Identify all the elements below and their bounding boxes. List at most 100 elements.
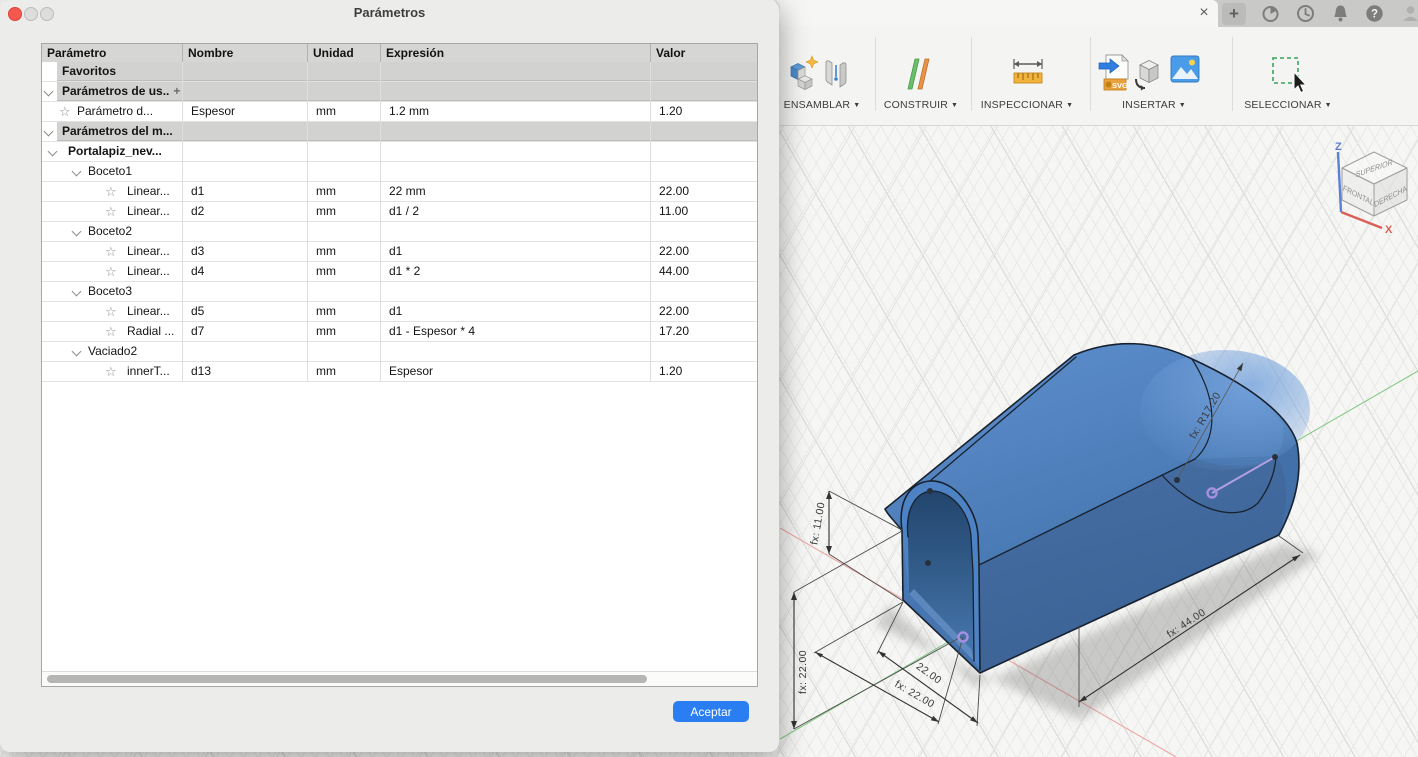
extensions-icon[interactable] xyxy=(1261,4,1280,23)
cell-unidad[interactable]: mm xyxy=(308,102,381,122)
tree-row[interactable]: Portalapiz_nev... xyxy=(42,142,757,162)
cell-unidad[interactable]: mm xyxy=(308,202,381,222)
cell-nombre[interactable]: d5 xyxy=(183,302,308,322)
chevron-expanded-icon[interactable] xyxy=(72,347,82,357)
tree-row[interactable]: Parámetros de us..+ xyxy=(42,82,757,102)
dialog-titlebar[interactable]: Parámetros xyxy=(0,0,779,24)
tab-insertar[interactable]: INSERTAR▼ xyxy=(1122,99,1186,113)
column-header-0[interactable]: Parámetro xyxy=(42,44,183,62)
tab-construir[interactable]: CONSTRUIR▼ xyxy=(884,99,958,113)
cell-valor[interactable]: 44.00 xyxy=(651,262,758,282)
favorite-star-icon[interactable]: ☆ xyxy=(105,202,117,221)
cell-valor[interactable]: 11.00 xyxy=(651,202,758,222)
parameter-row[interactable]: ☆innerT...d13mmEspesor1.20 xyxy=(42,362,757,382)
cell-nombre[interactable]: Espesor xyxy=(183,102,308,122)
tree-row[interactable]: Vaciado2 xyxy=(42,342,757,362)
parameter-row[interactable]: ☆Linear...d1mm22 mm22.00 xyxy=(42,182,757,202)
document-tab[interactable]: × xyxy=(780,0,1218,27)
cell-unidad[interactable]: mm xyxy=(308,302,381,322)
parameter-row[interactable]: ☆Linear...d4mmd1 * 244.00 xyxy=(42,262,757,282)
tree-row[interactable]: Boceto3 xyxy=(42,282,757,302)
cell-unidad[interactable]: mm xyxy=(308,182,381,202)
parameter-row[interactable]: ☆Parámetro d...Espesormm1.2 mm1.20 xyxy=(42,102,757,122)
tree-row[interactable]: Parámetros del m... xyxy=(42,122,757,142)
cell-nombre[interactable]: d1 xyxy=(183,182,308,202)
help-icon[interactable]: ? xyxy=(1365,4,1384,23)
joint-icon[interactable] xyxy=(824,57,848,93)
chevron-expanded-icon[interactable] xyxy=(44,127,54,137)
insert-canvas-icon[interactable] xyxy=(1170,55,1200,83)
construct-plane-icon[interactable] xyxy=(902,53,936,95)
chevron-expanded-icon[interactable] xyxy=(44,87,54,97)
cell-expresion[interactable]: d1 - Espesor * 4 xyxy=(381,322,651,342)
cell-valor[interactable]: 22.00 xyxy=(651,242,758,262)
dim-wall-height-label[interactable]: fx: 11.00 xyxy=(808,501,827,546)
chevron-expanded-icon[interactable] xyxy=(72,227,82,237)
model-body[interactable] xyxy=(885,344,1310,673)
cell-unidad[interactable]: mm xyxy=(308,362,381,382)
tree-row[interactable]: Boceto1 xyxy=(42,162,757,182)
notifications-icon[interactable] xyxy=(1331,4,1350,23)
scrollbar-thumb[interactable] xyxy=(47,675,647,683)
new-component-icon[interactable] xyxy=(788,53,820,93)
cell-unidad[interactable]: mm xyxy=(308,322,381,342)
dim-width-outer-label[interactable]: fx: 22.00 xyxy=(797,650,809,694)
insert-mesh-icon[interactable] xyxy=(1134,57,1162,93)
favorite-star-icon[interactable]: ☆ xyxy=(105,262,117,281)
column-header-3[interactable]: Expresión xyxy=(381,44,651,62)
accept-button[interactable]: Aceptar xyxy=(673,701,749,722)
select-window-icon[interactable] xyxy=(1271,56,1315,98)
cell-expresion[interactable]: Espesor xyxy=(381,362,651,382)
cell-nombre[interactable]: d13 xyxy=(183,362,308,382)
cell-expresion[interactable]: 1.2 mm xyxy=(381,102,651,122)
tab-seleccionar[interactable]: SELECCIONAR▼ xyxy=(1244,99,1332,113)
cell-nombre[interactable]: d3 xyxy=(183,242,308,262)
favorite-star-icon[interactable]: ☆ xyxy=(59,102,71,121)
cell-nombre[interactable]: d7 xyxy=(183,322,308,342)
chevron-expanded-icon[interactable] xyxy=(48,147,58,157)
dim-width-front-fx-label[interactable]: fx: 22.00 xyxy=(892,678,936,710)
chevron-expanded-icon[interactable] xyxy=(72,167,82,177)
favorite-star-icon[interactable]: ☆ xyxy=(105,182,117,201)
column-header-4[interactable]: Valor xyxy=(651,44,758,62)
cell-expresion[interactable]: d1 * 2 xyxy=(381,262,651,282)
horizontal-scrollbar[interactable] xyxy=(42,671,757,686)
favorite-star-icon[interactable]: ☆ xyxy=(105,322,117,341)
cell-valor[interactable]: 22.00 xyxy=(651,302,758,322)
cell-valor[interactable]: 1.20 xyxy=(651,102,758,122)
cell-expresion[interactable]: 22 mm xyxy=(381,182,651,202)
favorite-star-icon[interactable]: ☆ xyxy=(105,302,117,321)
cell-expresion[interactable]: d1 xyxy=(381,242,651,262)
parameter-row[interactable]: ☆Linear...d3mmd122.00 xyxy=(42,242,757,262)
tree-row[interactable]: Favoritos xyxy=(42,62,757,82)
parameter-row[interactable]: ☆Linear...d5mmd122.00 xyxy=(42,302,757,322)
tree-row[interactable]: Boceto2 xyxy=(42,222,757,242)
cell-expresion[interactable]: d1 / 2 xyxy=(381,202,651,222)
new-tab-button[interactable]: + xyxy=(1222,3,1246,25)
tab-close-icon[interactable]: × xyxy=(1194,3,1214,23)
cell-unidad[interactable]: mm xyxy=(308,242,381,262)
measure-icon[interactable] xyxy=(1011,57,1045,91)
cell-nombre[interactable]: d4 xyxy=(183,262,308,282)
profile-icon[interactable] xyxy=(1401,4,1418,23)
job-status-icon[interactable] xyxy=(1296,4,1315,23)
tab-inspeccionar[interactable]: INSPECCIONAR▼ xyxy=(981,99,1073,113)
cell-expresion[interactable]: d1 xyxy=(381,302,651,322)
insert-svg-icon[interactable]: SVG xyxy=(1098,53,1130,95)
cell-valor[interactable]: 17.20 xyxy=(651,322,758,342)
column-header-2[interactable]: Unidad xyxy=(308,44,381,62)
view-cube[interactable]: Z X SUPERIOR FRONTAL DERECHA xyxy=(1318,138,1418,238)
cell-valor[interactable]: 22.00 xyxy=(651,182,758,202)
favorite-star-icon[interactable]: ☆ xyxy=(105,362,117,381)
column-header-1[interactable]: Nombre xyxy=(183,44,308,62)
dim-width-front-label[interactable]: 22.00 xyxy=(914,660,944,686)
favorite-star-icon[interactable]: ☆ xyxy=(105,242,117,261)
parameter-row[interactable]: ☆Radial ...d7mmd1 - Espesor * 417.20 xyxy=(42,322,757,342)
cell-nombre[interactable]: d2 xyxy=(183,202,308,222)
add-parameter-icon[interactable]: + xyxy=(173,84,180,98)
cell-unidad[interactable]: mm xyxy=(308,262,381,282)
chevron-expanded-icon[interactable] xyxy=(72,287,82,297)
parameter-row[interactable]: ☆Linear...d2mmd1 / 211.00 xyxy=(42,202,757,222)
tab-ensamblar[interactable]: ENSAMBLAR▼ xyxy=(784,99,861,113)
cell-valor[interactable]: 1.20 xyxy=(651,362,758,382)
